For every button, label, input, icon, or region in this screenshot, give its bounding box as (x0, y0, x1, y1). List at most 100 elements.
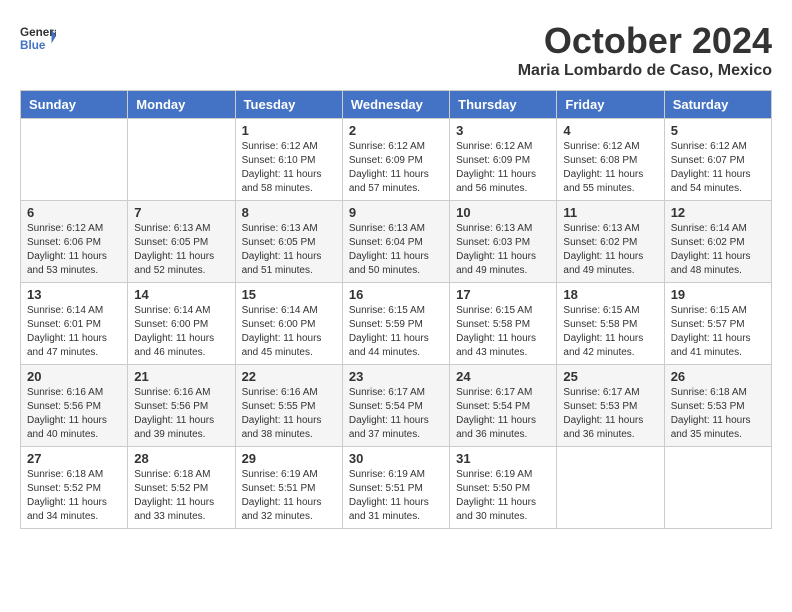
day-number: 2 (349, 123, 443, 138)
weekday-header-saturday: Saturday (664, 91, 771, 119)
day-info: Sunrise: 6:19 AM Sunset: 5:50 PM Dayligh… (456, 468, 550, 524)
day-number: 16 (349, 287, 443, 302)
day-info: Sunrise: 6:12 AM Sunset: 6:09 PM Dayligh… (349, 140, 443, 196)
week-row-3: 13 Sunrise: 6:14 AM Sunset: 6:01 PM Dayli… (21, 283, 772, 365)
day-info: Sunrise: 6:19 AM Sunset: 5:51 PM Dayligh… (349, 468, 443, 524)
day-number: 24 (456, 369, 550, 384)
day-info: Sunrise: 6:12 AM Sunset: 6:06 PM Dayligh… (27, 222, 121, 278)
svg-text:Blue: Blue (20, 39, 46, 52)
day-info: Sunrise: 6:14 AM Sunset: 6:00 PM Dayligh… (242, 304, 336, 360)
calendar-cell: 24Sunrise: 6:17 AM Sunset: 5:54 PM Dayli… (450, 365, 557, 447)
day-info: Sunrise: 6:13 AM Sunset: 6:04 PM Dayligh… (349, 222, 443, 278)
calendar-cell: 26 Sunrise: 6:18 AM Sunset: 5:53 PM Dayli… (664, 365, 771, 447)
title-block: October 2024 Maria Lombardo de Caso, Mex… (518, 20, 772, 80)
day-number: 12 (671, 205, 765, 220)
calendar-cell: 18 Sunrise: 6:15 AM Sunset: 5:58 PM Dayli… (557, 283, 664, 365)
day-number: 19 (671, 287, 765, 302)
calendar-cell: 11 Sunrise: 6:13 AM Sunset: 6:02 PM Dayli… (557, 201, 664, 283)
calendar-cell: 7Sunrise: 6:13 AM Sunset: 6:05 PM Daylig… (128, 201, 235, 283)
location-subtitle: Maria Lombardo de Caso, Mexico (518, 62, 772, 80)
day-info: Sunrise: 6:16 AM Sunset: 5:56 PM Dayligh… (27, 386, 121, 442)
day-number: 27 (27, 451, 121, 466)
week-row-5: 27 Sunrise: 6:18 AM Sunset: 5:52 PM Dayli… (21, 447, 772, 529)
day-number: 14 (134, 287, 228, 302)
calendar-cell: 29Sunrise: 6:19 AM Sunset: 5:51 PM Dayli… (235, 447, 342, 529)
day-number: 21 (134, 369, 228, 384)
day-info: Sunrise: 6:15 AM Sunset: 5:59 PM Dayligh… (349, 304, 443, 360)
calendar-cell: 20Sunrise: 6:16 AM Sunset: 5:56 PM Dayli… (21, 365, 128, 447)
day-info: Sunrise: 6:12 AM Sunset: 6:10 PM Dayligh… (242, 140, 336, 196)
day-number: 30 (349, 451, 443, 466)
day-number: 6 (27, 205, 121, 220)
calendar-cell: 13 Sunrise: 6:14 AM Sunset: 6:01 PM Dayli… (21, 283, 128, 365)
day-number: 5 (671, 123, 765, 138)
calendar-cell: 16 Sunrise: 6:15 AM Sunset: 5:59 PM Dayli… (342, 283, 449, 365)
page-header: General Blue October 2024 Maria Lombardo… (20, 20, 772, 80)
day-info: Sunrise: 6:14 AM Sunset: 6:00 PM Dayligh… (134, 304, 228, 360)
calendar-cell: 12 Sunrise: 6:14 AM Sunset: 6:02 PM Dayli… (664, 201, 771, 283)
day-number: 11 (563, 205, 657, 220)
calendar-cell: 30 Sunrise: 6:19 AM Sunset: 5:51 PM Dayli… (342, 447, 449, 529)
day-number: 8 (242, 205, 336, 220)
day-info: Sunrise: 6:15 AM Sunset: 5:58 PM Dayligh… (563, 304, 657, 360)
day-number: 25 (563, 369, 657, 384)
calendar-cell: 1 Sunrise: 6:12 AM Sunset: 6:10 PM Daylig… (235, 119, 342, 201)
day-info: Sunrise: 6:16 AM Sunset: 5:55 PM Dayligh… (242, 386, 336, 442)
day-info: Sunrise: 6:12 AM Sunset: 6:07 PM Dayligh… (671, 140, 765, 196)
month-title: October 2024 (518, 20, 772, 62)
calendar-cell (21, 119, 128, 201)
calendar-cell: 3Sunrise: 6:12 AM Sunset: 6:09 PM Daylig… (450, 119, 557, 201)
week-row-1: 1 Sunrise: 6:12 AM Sunset: 6:10 PM Daylig… (21, 119, 772, 201)
calendar-cell: 6 Sunrise: 6:12 AM Sunset: 6:06 PM Daylig… (21, 201, 128, 283)
calendar-cell: 22 Sunrise: 6:16 AM Sunset: 5:55 PM Dayli… (235, 365, 342, 447)
day-info: Sunrise: 6:14 AM Sunset: 6:02 PM Dayligh… (671, 222, 765, 278)
calendar-cell: 31 Sunrise: 6:19 AM Sunset: 5:50 PM Dayli… (450, 447, 557, 529)
weekday-header-friday: Friday (557, 91, 664, 119)
calendar-table: SundayMondayTuesdayWednesdayThursdayFrid… (20, 90, 772, 529)
day-info: Sunrise: 6:14 AM Sunset: 6:01 PM Dayligh… (27, 304, 121, 360)
weekday-header-row: SundayMondayTuesdayWednesdayThursdayFrid… (21, 91, 772, 119)
day-info: Sunrise: 6:18 AM Sunset: 5:52 PM Dayligh… (134, 468, 228, 524)
weekday-header-sunday: Sunday (21, 91, 128, 119)
day-number: 26 (671, 369, 765, 384)
day-info: Sunrise: 6:17 AM Sunset: 5:54 PM Dayligh… (349, 386, 443, 442)
day-info: Sunrise: 6:12 AM Sunset: 6:08 PM Dayligh… (563, 140, 657, 196)
calendar-cell: 5 Sunrise: 6:12 AM Sunset: 6:07 PM Daylig… (664, 119, 771, 201)
day-number: 10 (456, 205, 550, 220)
calendar-cell: 27Sunrise: 6:18 AM Sunset: 5:52 PM Dayli… (21, 447, 128, 529)
day-info: Sunrise: 6:17 AM Sunset: 5:53 PM Dayligh… (563, 386, 657, 442)
weekday-header-wednesday: Wednesday (342, 91, 449, 119)
day-info: Sunrise: 6:13 AM Sunset: 6:02 PM Dayligh… (563, 222, 657, 278)
calendar-cell: 10Sunrise: 6:13 AM Sunset: 6:03 PM Dayli… (450, 201, 557, 283)
week-row-4: 20Sunrise: 6:16 AM Sunset: 5:56 PM Dayli… (21, 365, 772, 447)
weekday-header-thursday: Thursday (450, 91, 557, 119)
calendar-cell: 15 Sunrise: 6:14 AM Sunset: 6:00 PM Dayli… (235, 283, 342, 365)
day-info: Sunrise: 6:19 AM Sunset: 5:51 PM Dayligh… (242, 468, 336, 524)
calendar-cell: 2 Sunrise: 6:12 AM Sunset: 6:09 PM Daylig… (342, 119, 449, 201)
day-info: Sunrise: 6:13 AM Sunset: 6:05 PM Dayligh… (134, 222, 228, 278)
day-number: 1 (242, 123, 336, 138)
day-number: 4 (563, 123, 657, 138)
calendar-cell: 17Sunrise: 6:15 AM Sunset: 5:58 PM Dayli… (450, 283, 557, 365)
day-info: Sunrise: 6:15 AM Sunset: 5:57 PM Dayligh… (671, 304, 765, 360)
day-number: 23 (349, 369, 443, 384)
day-number: 9 (349, 205, 443, 220)
day-number: 31 (456, 451, 550, 466)
day-number: 13 (27, 287, 121, 302)
calendar-cell: 21 Sunrise: 6:16 AM Sunset: 5:56 PM Dayli… (128, 365, 235, 447)
svg-text:General: General (20, 26, 56, 39)
day-info: Sunrise: 6:16 AM Sunset: 5:56 PM Dayligh… (134, 386, 228, 442)
day-info: Sunrise: 6:12 AM Sunset: 6:09 PM Dayligh… (456, 140, 550, 196)
day-number: 28 (134, 451, 228, 466)
week-row-2: 6 Sunrise: 6:12 AM Sunset: 6:06 PM Daylig… (21, 201, 772, 283)
logo-icon: General Blue (20, 20, 56, 56)
calendar-cell: 23 Sunrise: 6:17 AM Sunset: 5:54 PM Dayli… (342, 365, 449, 447)
day-number: 22 (242, 369, 336, 384)
day-number: 17 (456, 287, 550, 302)
calendar-cell (128, 119, 235, 201)
calendar-cell: 28 Sunrise: 6:18 AM Sunset: 5:52 PM Dayli… (128, 447, 235, 529)
calendar-cell: 8Sunrise: 6:13 AM Sunset: 6:05 PM Daylig… (235, 201, 342, 283)
day-number: 18 (563, 287, 657, 302)
day-number: 15 (242, 287, 336, 302)
day-info: Sunrise: 6:18 AM Sunset: 5:53 PM Dayligh… (671, 386, 765, 442)
